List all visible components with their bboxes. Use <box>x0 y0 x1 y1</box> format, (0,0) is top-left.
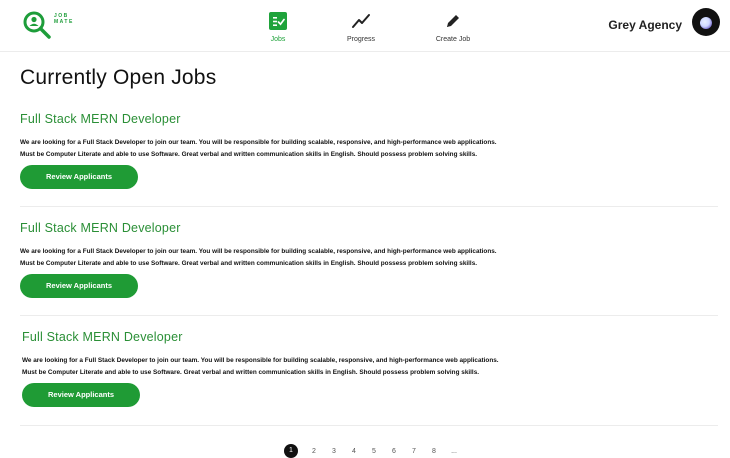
logo[interactable]: JOB MATE <box>22 10 74 40</box>
job-card: Full Stack MERN Developer We are looking… <box>22 330 720 407</box>
user-menu[interactable]: Grey Agency <box>608 8 720 36</box>
job-title[interactable]: Full Stack MERN Developer <box>20 221 718 235</box>
jobs-checklist-icon <box>269 12 287 30</box>
review-applicants-button[interactable]: Review Applicants <box>20 165 138 189</box>
divider <box>20 425 718 426</box>
page-button-3[interactable]: 3 <box>324 448 344 455</box>
nav-label-create-job: Create Job <box>435 36 471 43</box>
avatar[interactable] <box>692 8 720 36</box>
job-card: Full Stack MERN Developer We are looking… <box>20 112 718 189</box>
trend-line-icon <box>352 14 370 28</box>
nav-item-create-job[interactable]: Create Job <box>423 10 483 43</box>
user-name: Grey Agency <box>608 18 682 32</box>
page-button-7[interactable]: 7 <box>404 448 424 455</box>
job-description: We are looking for a Full Stack Develope… <box>20 246 718 269</box>
page-title: Currently Open Jobs <box>20 66 217 89</box>
page-button-1[interactable]: 1 <box>284 444 298 458</box>
page-button-8[interactable]: 8 <box>424 448 444 455</box>
review-applicants-button[interactable]: Review Applicants <box>22 383 140 407</box>
divider <box>20 315 718 316</box>
jobmate-logo-icon <box>23 11 51 39</box>
top-navbar: JOB MATE Jobs Progress Create Job Grey A… <box>0 0 730 52</box>
review-applicants-button[interactable]: Review Applicants <box>20 274 138 298</box>
job-description-line: Must be Computer Literate and able to us… <box>20 259 478 267</box>
nav-item-progress[interactable]: Progress <box>331 10 391 43</box>
page-button-4[interactable]: 4 <box>344 448 364 455</box>
page-button-5[interactable]: 5 <box>364 448 384 455</box>
job-card: Full Stack MERN Developer We are looking… <box>20 221 718 298</box>
job-description: We are looking for a Full Stack Develope… <box>20 137 718 160</box>
page-ellipsis: ... <box>451 447 457 455</box>
nav-label-progress: Progress <box>346 36 375 43</box>
job-title[interactable]: Full Stack MERN Developer <box>22 330 720 344</box>
job-description-line: We are looking for a Full Stack Develope… <box>20 248 497 255</box>
pencil-icon <box>447 15 459 27</box>
nav-label-jobs: Jobs <box>270 36 286 43</box>
job-description: We are looking for a Full Stack Develope… <box>22 355 720 378</box>
job-description-line: Must be Computer Literate and able to us… <box>20 150 478 158</box>
pagination: 1 2 3 4 5 6 7 8 ... <box>284 444 464 458</box>
page-button-2[interactable]: 2 <box>304 448 324 455</box>
job-description-line: We are looking for a Full Stack Develope… <box>22 357 499 364</box>
divider <box>20 206 718 207</box>
job-title[interactable]: Full Stack MERN Developer <box>20 112 718 126</box>
job-description-line: We are looking for a Full Stack Develope… <box>20 139 497 146</box>
job-description-line: Must be Computer Literate and able to us… <box>22 368 480 376</box>
page-button-6[interactable]: 6 <box>384 448 404 455</box>
nav-item-jobs[interactable]: Jobs <box>248 10 308 43</box>
logo-text-line2: MATE <box>54 19 74 25</box>
